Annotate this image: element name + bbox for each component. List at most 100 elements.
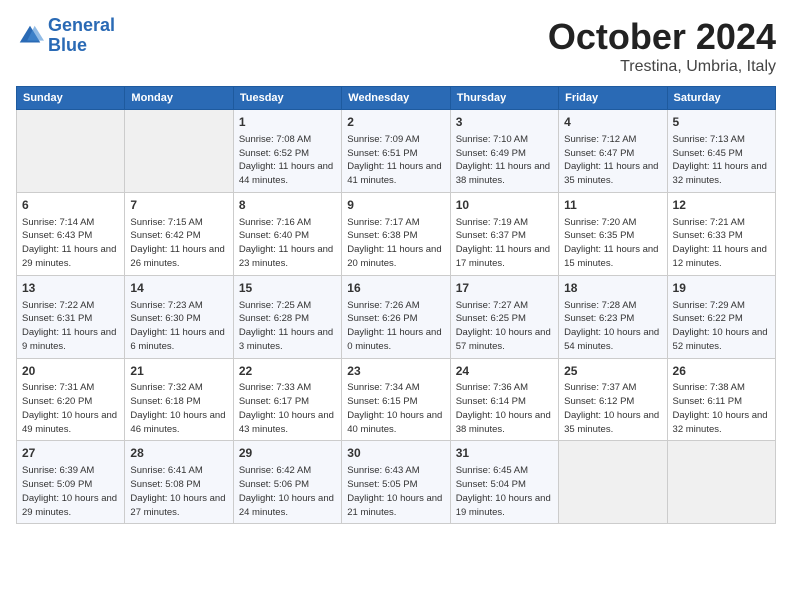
page-header: General Blue October 2024 Trestina, Umbr…: [16, 16, 776, 76]
day-info: Sunrise: 7:32 AM Sunset: 6:18 PM Dayligh…: [130, 381, 227, 436]
day-info: Sunrise: 6:43 AM Sunset: 5:05 PM Dayligh…: [347, 464, 444, 519]
day-number: 1: [239, 114, 336, 131]
calendar-cell: 12 Sunrise: 7:21 AM Sunset: 6:33 PM Dayli…: [667, 192, 775, 275]
day-info: Sunrise: 7:26 AM Sunset: 6:26 PM Dayligh…: [347, 299, 444, 354]
day-info: Sunrise: 7:25 AM Sunset: 6:28 PM Dayligh…: [239, 299, 336, 354]
day-number: 27: [22, 445, 119, 462]
day-header-tuesday: Tuesday: [233, 87, 341, 110]
day-info: Sunrise: 7:36 AM Sunset: 6:14 PM Dayligh…: [456, 381, 553, 436]
day-number: 10: [456, 197, 553, 214]
title-block: October 2024 Trestina, Umbria, Italy: [548, 16, 776, 76]
day-info: Sunrise: 6:45 AM Sunset: 5:04 PM Dayligh…: [456, 464, 553, 519]
day-info: Sunrise: 7:10 AM Sunset: 6:49 PM Dayligh…: [456, 133, 553, 188]
day-number: 16: [347, 280, 444, 297]
calendar-cell: 31Sunrise: 6:45 AM Sunset: 5:04 PM Dayli…: [450, 441, 558, 524]
day-info: Sunrise: 7:29 AM Sunset: 6:22 PM Dayligh…: [673, 299, 770, 354]
calendar-cell: [667, 441, 775, 524]
calendar-cell: 11Sunrise: 7:20 AM Sunset: 6:35 PM Dayli…: [559, 192, 667, 275]
day-info: Sunrise: 7:21 AM Sunset: 6:33 PM Dayligh…: [673, 216, 770, 271]
calendar-cell: 23Sunrise: 7:34 AM Sunset: 6:15 PM Dayli…: [342, 358, 450, 441]
day-number: 11: [564, 197, 661, 214]
day-info: Sunrise: 7:22 AM Sunset: 6:31 PM Dayligh…: [22, 299, 119, 354]
calendar-cell: 2 Sunrise: 7:09 AM Sunset: 6:51 PM Daylig…: [342, 110, 450, 193]
calendar-cell: 8 Sunrise: 7:16 AM Sunset: 6:40 PM Daylig…: [233, 192, 341, 275]
day-number: 29: [239, 445, 336, 462]
day-number: 19: [673, 280, 770, 297]
day-info: Sunrise: 7:27 AM Sunset: 6:25 PM Dayligh…: [456, 299, 553, 354]
logo-text: General Blue: [48, 16, 115, 56]
calendar-table: SundayMondayTuesdayWednesdayThursdayFrid…: [16, 86, 776, 524]
day-info: Sunrise: 6:41 AM Sunset: 5:08 PM Dayligh…: [130, 464, 227, 519]
day-number: 15: [239, 280, 336, 297]
day-info: Sunrise: 7:08 AM Sunset: 6:52 PM Dayligh…: [239, 133, 336, 188]
calendar-cell: [125, 110, 233, 193]
day-info: Sunrise: 7:17 AM Sunset: 6:38 PM Dayligh…: [347, 216, 444, 271]
calendar-cell: 24Sunrise: 7:36 AM Sunset: 6:14 PM Dayli…: [450, 358, 558, 441]
day-info: Sunrise: 7:15 AM Sunset: 6:42 PM Dayligh…: [130, 216, 227, 271]
calendar-cell: 5Sunrise: 7:13 AM Sunset: 6:45 PM Daylig…: [667, 110, 775, 193]
day-number: 28: [130, 445, 227, 462]
day-number: 30: [347, 445, 444, 462]
day-number: 3: [456, 114, 553, 131]
day-number: 13: [22, 280, 119, 297]
calendar-cell: 6 Sunrise: 7:14 AM Sunset: 6:43 PM Daylig…: [17, 192, 125, 275]
day-number: 7: [130, 197, 227, 214]
calendar-cell: 22Sunrise: 7:33 AM Sunset: 6:17 PM Dayli…: [233, 358, 341, 441]
day-info: Sunrise: 7:33 AM Sunset: 6:17 PM Dayligh…: [239, 381, 336, 436]
calendar-week-row: 20Sunrise: 7:31 AM Sunset: 6:20 PM Dayli…: [17, 358, 776, 441]
logo: General Blue: [16, 16, 115, 56]
calendar-cell: [559, 441, 667, 524]
calendar-cell: 14 Sunrise: 7:23 AM Sunset: 6:30 PM Dayli…: [125, 275, 233, 358]
day-info: Sunrise: 7:23 AM Sunset: 6:30 PM Dayligh…: [130, 299, 227, 354]
calendar-cell: 1 Sunrise: 7:08 AM Sunset: 6:52 PM Daylig…: [233, 110, 341, 193]
calendar-cell: 16 Sunrise: 7:26 AM Sunset: 6:26 PM Dayli…: [342, 275, 450, 358]
day-number: 22: [239, 363, 336, 380]
day-number: 2: [347, 114, 444, 131]
day-info: Sunrise: 7:09 AM Sunset: 6:51 PM Dayligh…: [347, 133, 444, 188]
calendar-cell: 25Sunrise: 7:37 AM Sunset: 6:12 PM Dayli…: [559, 358, 667, 441]
calendar-cell: 17 Sunrise: 7:27 AM Sunset: 6:25 PM Dayli…: [450, 275, 558, 358]
day-number: 26: [673, 363, 770, 380]
day-number: 17: [456, 280, 553, 297]
day-number: 5: [673, 114, 770, 131]
day-number: 20: [22, 363, 119, 380]
location: Trestina, Umbria, Italy: [548, 58, 776, 76]
day-header-sunday: Sunday: [17, 87, 125, 110]
calendar-week-row: 1 Sunrise: 7:08 AM Sunset: 6:52 PM Daylig…: [17, 110, 776, 193]
day-info: Sunrise: 7:14 AM Sunset: 6:43 PM Dayligh…: [22, 216, 119, 271]
day-header-saturday: Saturday: [667, 87, 775, 110]
day-info: Sunrise: 7:16 AM Sunset: 6:40 PM Dayligh…: [239, 216, 336, 271]
day-number: 4: [564, 114, 661, 131]
calendar-cell: 27 Sunrise: 6:39 AM Sunset: 5:09 PM Dayli…: [17, 441, 125, 524]
calendar-cell: 30 Sunrise: 6:43 AM Sunset: 5:05 PM Dayli…: [342, 441, 450, 524]
day-info: Sunrise: 7:37 AM Sunset: 6:12 PM Dayligh…: [564, 381, 661, 436]
calendar-cell: 26Sunrise: 7:38 AM Sunset: 6:11 PM Dayli…: [667, 358, 775, 441]
calendar-cell: [17, 110, 125, 193]
day-number: 21: [130, 363, 227, 380]
day-number: 25: [564, 363, 661, 380]
calendar-cell: 18 Sunrise: 7:28 AM Sunset: 6:23 PM Dayli…: [559, 275, 667, 358]
day-number: 12: [673, 197, 770, 214]
calendar-cell: 20Sunrise: 7:31 AM Sunset: 6:20 PM Dayli…: [17, 358, 125, 441]
calendar-header-row: SundayMondayTuesdayWednesdayThursdayFrid…: [17, 87, 776, 110]
day-info: Sunrise: 7:28 AM Sunset: 6:23 PM Dayligh…: [564, 299, 661, 354]
day-number: 18: [564, 280, 661, 297]
calendar-week-row: 6 Sunrise: 7:14 AM Sunset: 6:43 PM Daylig…: [17, 192, 776, 275]
day-number: 24: [456, 363, 553, 380]
day-number: 8: [239, 197, 336, 214]
day-header-monday: Monday: [125, 87, 233, 110]
calendar-cell: 19 Sunrise: 7:29 AM Sunset: 6:22 PM Dayli…: [667, 275, 775, 358]
calendar-week-row: 13 Sunrise: 7:22 AM Sunset: 6:31 PM Dayli…: [17, 275, 776, 358]
day-info: Sunrise: 6:39 AM Sunset: 5:09 PM Dayligh…: [22, 464, 119, 519]
day-number: 14: [130, 280, 227, 297]
logo-icon: [16, 22, 44, 50]
calendar-week-row: 27 Sunrise: 6:39 AM Sunset: 5:09 PM Dayli…: [17, 441, 776, 524]
calendar-cell: 15 Sunrise: 7:25 AM Sunset: 6:28 PM Dayli…: [233, 275, 341, 358]
day-info: Sunrise: 7:12 AM Sunset: 6:47 PM Dayligh…: [564, 133, 661, 188]
calendar-cell: 21Sunrise: 7:32 AM Sunset: 6:18 PM Dayli…: [125, 358, 233, 441]
day-info: Sunrise: 7:38 AM Sunset: 6:11 PM Dayligh…: [673, 381, 770, 436]
calendar-cell: 29Sunrise: 6:42 AM Sunset: 5:06 PM Dayli…: [233, 441, 341, 524]
calendar-cell: 28 Sunrise: 6:41 AM Sunset: 5:08 PM Dayli…: [125, 441, 233, 524]
day-number: 6: [22, 197, 119, 214]
day-info: Sunrise: 7:31 AM Sunset: 6:20 PM Dayligh…: [22, 381, 119, 436]
